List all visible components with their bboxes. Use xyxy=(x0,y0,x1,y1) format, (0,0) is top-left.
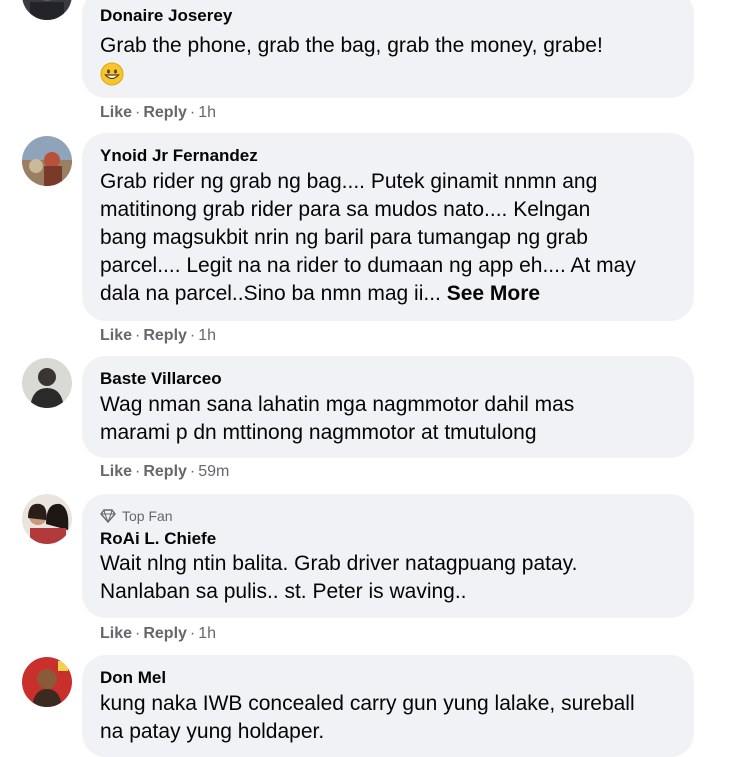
separator: · xyxy=(189,463,196,480)
comment-bubble: Baste Villarceo Wag nman sana lahatin mg… xyxy=(82,356,694,458)
comment-line: Nanlaban sa pulis.. st. Peter is waving.… xyxy=(100,580,467,603)
separator: · xyxy=(135,625,141,642)
comment-text: Wait nlng ntin balita. Grab driver natag… xyxy=(100,550,676,606)
comment-bubble: Donaire Joserey Grab the phone, grab the… xyxy=(82,0,694,98)
separator: · xyxy=(135,463,141,480)
comment-author[interactable]: Baste Villarceo xyxy=(100,369,676,389)
badge-label: Top Fan xyxy=(122,508,173,524)
timestamp[interactable]: 1h xyxy=(198,327,216,344)
see-more-link[interactable]: See More xyxy=(447,282,540,305)
like-button[interactable]: Like xyxy=(100,625,132,642)
separator: · xyxy=(189,625,196,642)
timestamp[interactable]: 1h xyxy=(198,625,216,642)
comment-line: Grab rider ng grab ng bag.... Putek gina… xyxy=(100,170,598,193)
comment-text: Grab the phone, grab the bag, grab the m… xyxy=(100,34,603,57)
like-button[interactable]: Like xyxy=(100,327,132,344)
like-button[interactable]: Like xyxy=(100,104,132,121)
comment-author[interactable]: Donaire Joserey xyxy=(100,6,676,26)
separator: · xyxy=(189,327,196,344)
reply-button[interactable]: Reply xyxy=(143,327,187,344)
diamond-icon xyxy=(100,509,116,523)
comment-line: matitinong grab rider para sa mudos nato… xyxy=(100,198,591,221)
comment-line-text: dala na parcel..Sino ba nmn mag ii... xyxy=(100,282,441,305)
comment-text: Wag nman sana lahatin mga nagmmotor dahi… xyxy=(100,391,676,447)
comment-line: Wait nlng ntin balita. Grab driver natag… xyxy=(100,552,578,575)
top-fan-badge: Top Fan xyxy=(100,506,676,526)
separator: · xyxy=(135,327,141,344)
comment-actions: Like · Reply · 1h xyxy=(100,326,216,346)
comment-text: Grab rider ng grab ng bag.... Putek gina… xyxy=(100,168,676,308)
comment-author[interactable]: RoAi L. Chiefe xyxy=(100,529,676,549)
comment-line: bang magsukbit nrin ng baril para tumang… xyxy=(100,226,588,249)
separator: · xyxy=(189,104,196,121)
avatar[interactable] xyxy=(22,358,72,408)
comment-bubble: Ynoid Jr Fernandez Grab rider ng grab ng… xyxy=(82,133,694,321)
comment-line: marami p dn mttinong nagmmotor at tmutul… xyxy=(100,421,537,444)
comment-actions: Like · Reply · 1h xyxy=(100,103,216,123)
timestamp[interactable]: 59m xyxy=(198,463,229,480)
comment-author[interactable]: Ynoid Jr Fernandez xyxy=(100,146,676,166)
comment-line: na patay yung holdaper. xyxy=(100,720,325,743)
avatar[interactable] xyxy=(22,0,72,20)
reply-button[interactable]: Reply xyxy=(143,463,187,480)
reply-button[interactable]: Reply xyxy=(143,104,187,121)
comment-bubble: Top Fan RoAi L. Chiefe Wait nlng ntin ba… xyxy=(82,494,694,618)
comment-line: dala na parcel..Sino ba nmn mag ii... Se… xyxy=(100,280,676,308)
comment-line: kung naka IWB concealed carry gun yung l… xyxy=(100,692,635,715)
comment-text: kung naka IWB concealed carry gun yung l… xyxy=(100,690,676,746)
comment-actions: Like · Reply · 1h xyxy=(100,624,216,644)
comment-line: parcel.... Legit na na rider to dumaan n… xyxy=(100,254,636,277)
comment-bubble: Don Mel kung naka IWB concealed carry gu… xyxy=(82,655,694,757)
comment-actions: Like · Reply · 59m xyxy=(100,462,229,482)
like-button[interactable]: Like xyxy=(100,463,132,480)
separator: · xyxy=(135,104,141,121)
avatar[interactable] xyxy=(22,494,72,544)
grinning-face-icon xyxy=(100,62,124,86)
reply-button[interactable]: Reply xyxy=(143,625,187,642)
comment-line: Wag nman sana lahatin mga nagmmotor dahi… xyxy=(100,393,575,416)
comment-author[interactable]: Don Mel xyxy=(100,668,676,688)
timestamp[interactable]: 1h xyxy=(198,104,216,121)
avatar[interactable] xyxy=(22,136,72,186)
avatar[interactable] xyxy=(22,657,72,707)
